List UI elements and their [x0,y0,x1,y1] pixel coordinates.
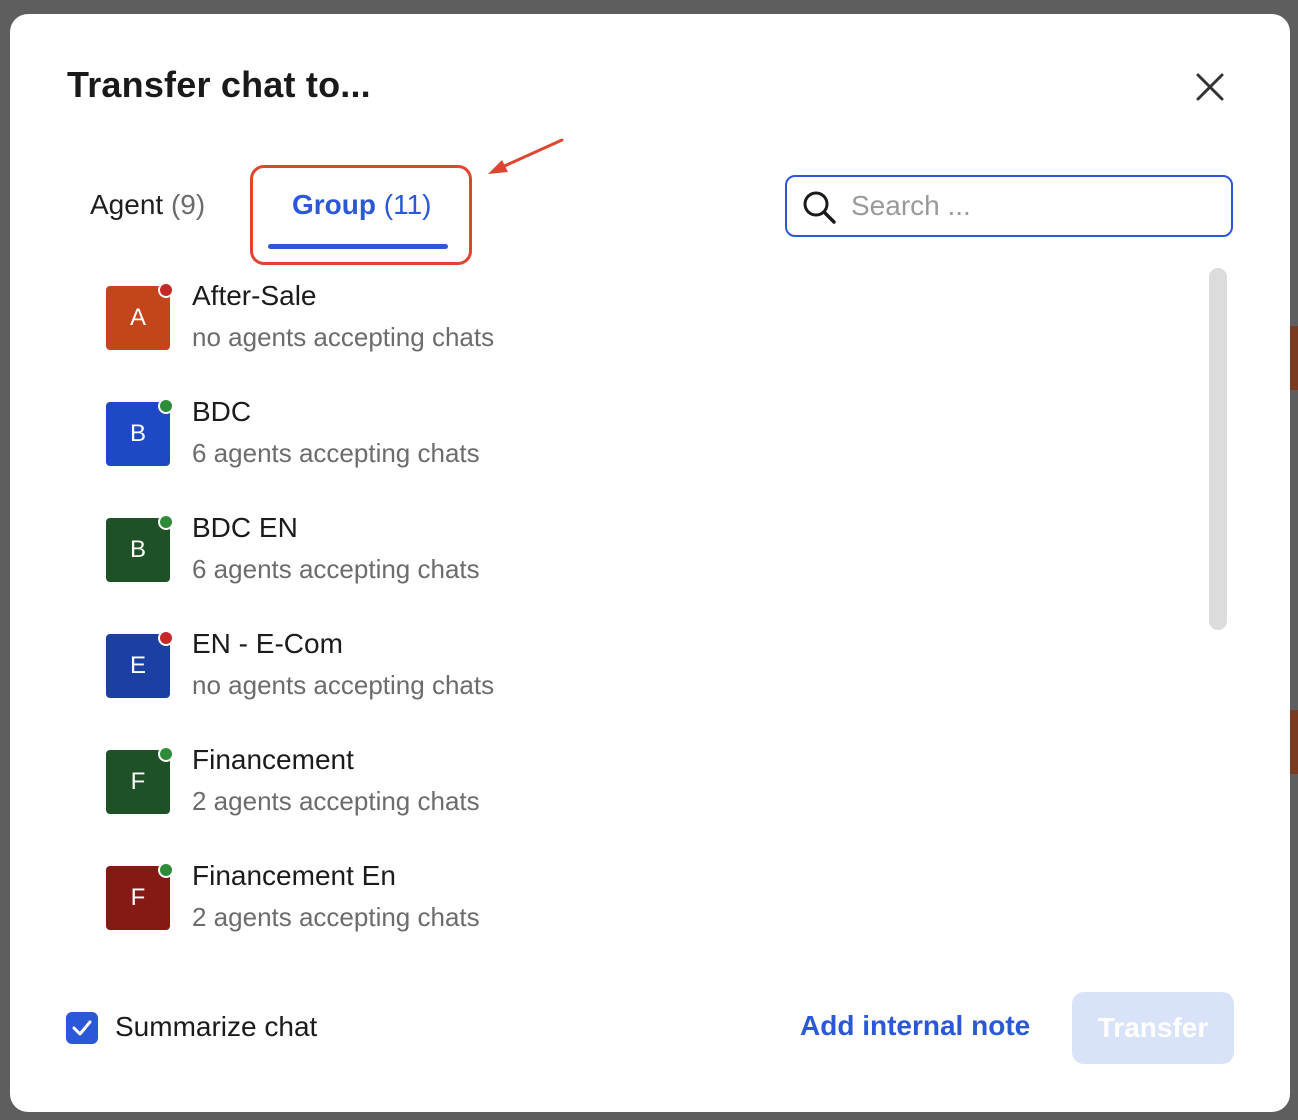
list-item[interactable]: F Financement 2 agents accepting chats [106,742,1186,858]
group-name: BDC [192,396,252,427]
summarize-label: Summarize chat [115,1011,318,1042]
group-name: Financement [192,744,354,775]
avatar-initial: B [129,420,146,447]
list-scrollbar[interactable] [1209,268,1227,630]
avatar-initial: A [129,304,146,331]
status-dot [158,630,174,646]
avatar-initial: F [130,884,146,911]
group-name: Financement En [192,860,396,891]
close-button[interactable] [1193,70,1227,104]
search-input[interactable] [851,185,1211,227]
checkmark-icon [72,1020,92,1036]
status-dot [158,862,174,878]
search-icon [803,191,836,224]
status-dot [158,398,174,414]
group-name: EN - E-Com [192,628,343,659]
status-dot [158,282,174,298]
avatar-initial: E [129,652,146,679]
tab-agent-label: Agent [90,189,164,220]
dialog-title: Transfer chat to... [67,64,371,105]
tab-agent[interactable]: Agent (9) [90,189,205,221]
group-status-text: no agents accepting chats [192,670,495,700]
list-item[interactable]: B BDC 6 agents accepting chats [106,394,1186,510]
avatar-initial: F [130,768,146,795]
list-item[interactable]: F Financement En 2 agents accepting chat… [106,858,1186,974]
list-item[interactable]: B BDC EN 6 agents accepting chats [106,510,1186,626]
transfer-button[interactable]: Transfer [1072,992,1234,1064]
search-box [785,175,1233,237]
group-status-text: 2 agents accepting chats [192,786,480,816]
add-internal-note-link[interactable]: Add internal note [800,1010,1030,1042]
group-status-text: 6 agents accepting chats [192,438,480,468]
group-name: After-Sale [192,280,317,311]
status-dot [158,514,174,530]
group-status-text: 6 agents accepting chats [192,554,480,584]
list-item[interactable]: A After-Sale no agents accepting chats [106,278,1186,394]
annotation-arrow-icon [488,138,564,174]
group-status-text: 2 agents accepting chats [192,902,480,932]
status-dot [158,746,174,762]
annotation-highlight-box [250,165,472,265]
group-name: BDC EN [192,512,298,543]
list-item[interactable]: E EN - E-Com no agents accepting chats [106,626,1186,742]
group-list: A After-Sale no agents accepting chats B… [106,278,1186,974]
avatar-initial: B [129,536,146,563]
tab-agent-count: (9) [170,189,206,220]
summarize-checkbox[interactable] [66,1012,98,1044]
group-status-text: no agents accepting chats [192,322,495,352]
close-icon [1196,73,1224,101]
transfer-dialog: Transfer chat to... Agent (9) Group (11)… [10,14,1290,1112]
